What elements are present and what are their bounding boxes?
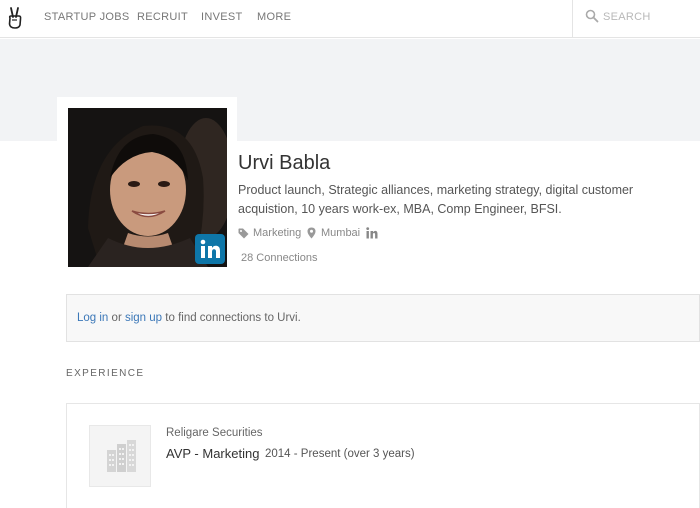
nav-startup-jobs[interactable]: STARTUP JOBS xyxy=(44,11,130,23)
nav-invest[interactable]: INVEST xyxy=(201,11,243,23)
notice-text: Log in or sign up to find connections to… xyxy=(77,312,301,324)
job-title: AVP - Marketing xyxy=(166,446,260,461)
building-icon xyxy=(107,440,136,472)
search-box xyxy=(572,0,700,38)
job-dates: 2014 - Present (over 3 years) xyxy=(265,448,415,460)
profile-bio: Product launch, Strategic alliances, mar… xyxy=(238,183,634,216)
linkedin-icon[interactable] xyxy=(195,234,225,264)
search-icon xyxy=(585,9,599,23)
connections-count[interactable]: 28 Connections xyxy=(241,252,317,264)
experience-heading: EXPERIENCE xyxy=(66,368,145,379)
top-navigation: STARTUP JOBS RECRUIT INVEST MORE xyxy=(0,0,700,38)
role-tag[interactable]: Marketing xyxy=(238,226,301,240)
profile-name: Urvi Babla xyxy=(238,152,331,174)
nav-recruit[interactable]: RECRUIT xyxy=(137,11,188,23)
company-name[interactable]: Religare Securities xyxy=(166,427,263,439)
signup-link[interactable]: sign up xyxy=(125,312,162,324)
company-logo[interactable] xyxy=(89,425,151,487)
location-tag[interactable]: Mumbai xyxy=(307,226,360,240)
tag-icon xyxy=(238,228,249,238)
role-tag-label: Marketing xyxy=(253,227,302,239)
notice-rest: to find connections to Urvi. xyxy=(165,312,301,324)
login-link[interactable]: Log in xyxy=(77,312,108,324)
location-label: Mumbai xyxy=(321,227,361,239)
search-input[interactable] xyxy=(603,9,693,25)
location-pin-icon xyxy=(307,227,316,239)
login-notice: Log in or sign up to find connections to… xyxy=(66,294,700,342)
notice-or: or xyxy=(111,312,122,324)
linkedin-small-icon[interactable] xyxy=(366,227,378,239)
nav-more[interactable]: MORE xyxy=(257,11,291,23)
peace-hand-logo[interactable] xyxy=(5,6,25,30)
